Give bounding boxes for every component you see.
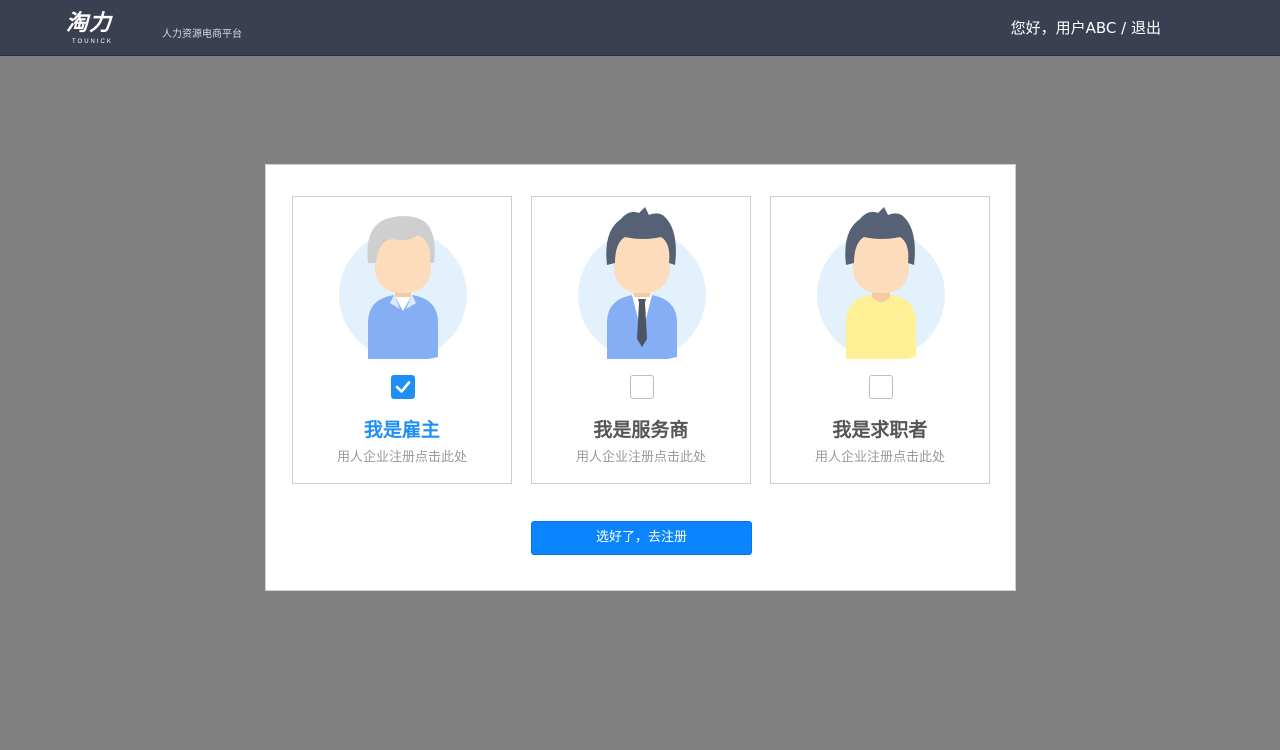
role-desc-employer: 用人企业注册点击此处 xyxy=(336,450,467,465)
job-seeker-avatar-icon xyxy=(817,207,945,359)
role-title-job-seeker: 我是求职者 xyxy=(832,419,928,441)
role-card-job-seeker[interactable]: 我是求职者 用人企业注册点击此处 xyxy=(770,196,990,484)
top-navigation-bar: 淘力 TOUNICK 人力资源电商平台 您好，用户ABC / 退出 xyxy=(0,0,1280,56)
role-checkbox-job-seeker[interactable] xyxy=(869,375,893,399)
role-selection-dialog: 我是雇主 用人企业注册点击此处 我是服务商 用人企业注册点击此处 我是求职者 用… xyxy=(265,164,1016,591)
role-checkbox-employer[interactable] xyxy=(391,375,415,399)
logo-text: 淘力 xyxy=(66,11,113,36)
platform-slogan: 人力资源电商平台 xyxy=(162,29,242,40)
logo-subtext: TOUNICK xyxy=(72,39,113,45)
brand-logo[interactable]: 淘力 TOUNICK xyxy=(66,12,126,48)
role-card-employer[interactable]: 我是雇主 用人企业注册点击此处 xyxy=(292,196,512,484)
checkmark-icon xyxy=(395,381,411,393)
service-provider-avatar-icon xyxy=(578,207,706,359)
role-desc-job-seeker: 用人企业注册点击此处 xyxy=(814,450,945,465)
role-card-service-provider[interactable]: 我是服务商 用人企业注册点击此处 xyxy=(531,196,751,484)
employer-avatar-icon xyxy=(339,216,467,359)
role-desc-service-provider: 用人企业注册点击此处 xyxy=(575,450,706,465)
role-title-service-provider: 我是服务商 xyxy=(593,419,689,441)
role-checkbox-service-provider[interactable] xyxy=(630,375,654,399)
logout-link[interactable]: 退出 xyxy=(1131,19,1161,37)
role-title-employer: 我是雇主 xyxy=(363,419,440,441)
user-area: 您好，用户ABC / 退出 xyxy=(1011,17,1161,38)
submit-register-button[interactable]: 选好了，去注册 xyxy=(531,521,752,555)
user-greeting: 您好，用户ABC xyxy=(1010,19,1117,37)
separator: / xyxy=(1116,19,1131,37)
